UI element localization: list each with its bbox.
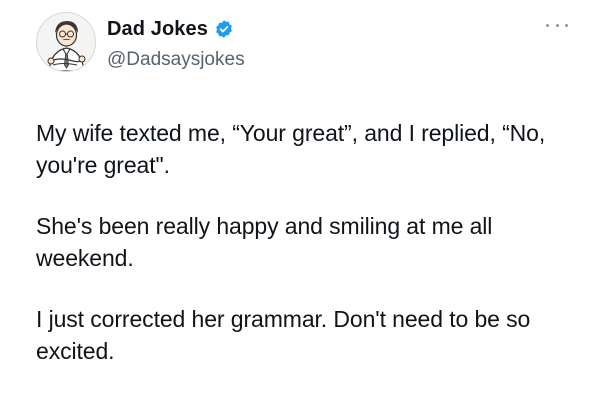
tweet-header: Dad Jokes @Dadsaysjokes bbox=[36, 12, 576, 76]
tweet-text: My wife texted me, “Your great”, and I r… bbox=[36, 117, 576, 367]
verified-badge-icon bbox=[214, 19, 234, 39]
tweet-paragraph: She's been really happy and smiling at m… bbox=[36, 213, 493, 271]
display-name-row: Dad Jokes bbox=[107, 14, 245, 44]
more-dot-icon bbox=[565, 23, 568, 27]
display-name[interactable]: Dad Jokes bbox=[107, 18, 208, 41]
user-handle[interactable]: @Dadsaysjokes bbox=[107, 49, 245, 71]
cartoon-dad-avatar-icon bbox=[47, 21, 86, 71]
tweet-card: Dad Jokes @Dadsaysjokes My wife texted m… bbox=[0, 0, 599, 402]
author-names: Dad Jokes @Dadsaysjokes bbox=[107, 14, 245, 71]
avatar[interactable] bbox=[36, 12, 96, 72]
tweet-paragraph: My wife texted me, “Your great”, and I r… bbox=[36, 120, 546, 178]
more-options-button[interactable] bbox=[546, 20, 568, 30]
more-dot-icon bbox=[546, 23, 549, 27]
tweet-paragraph: I just corrected her grammar. Don't need… bbox=[36, 306, 531, 364]
more-dot-icon bbox=[555, 23, 559, 27]
